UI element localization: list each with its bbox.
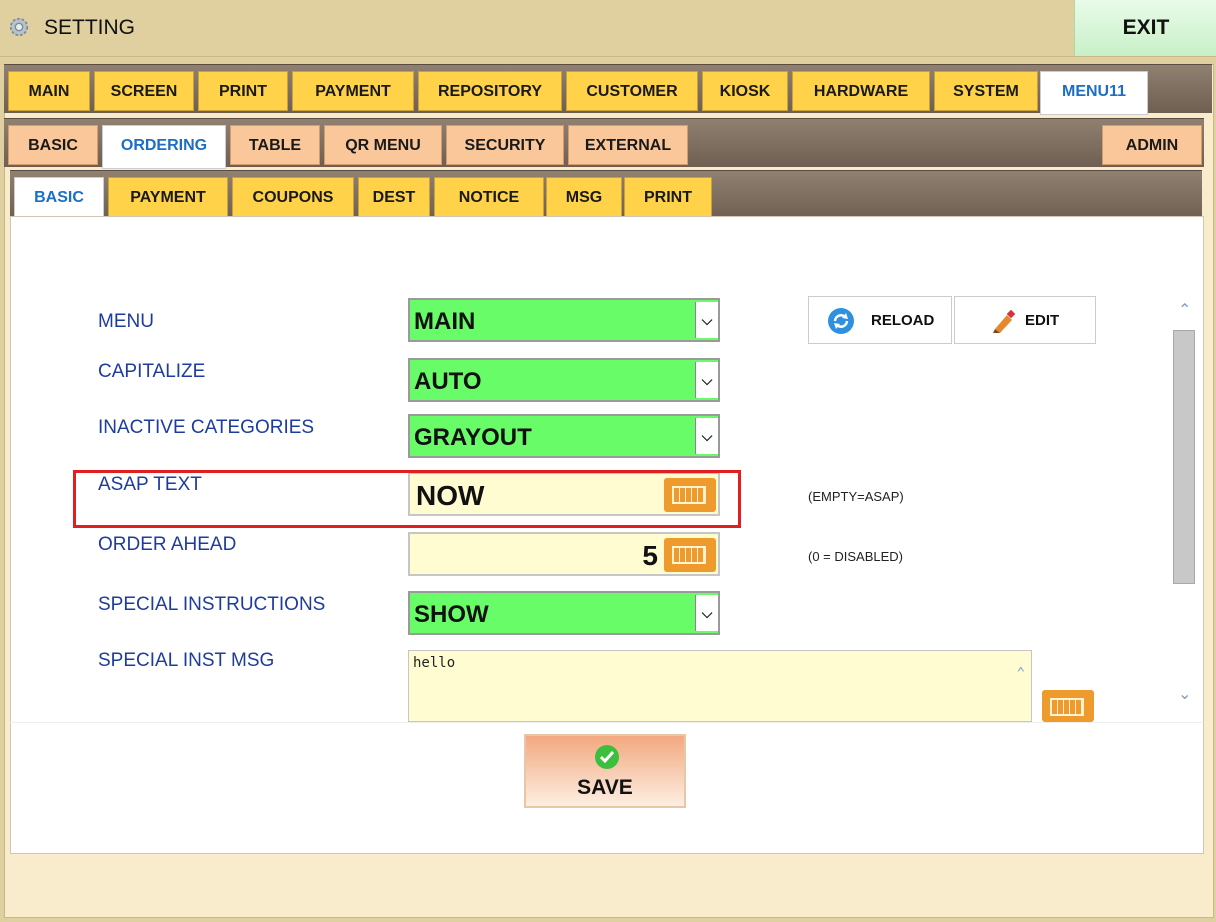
menu-select-value: MAIN xyxy=(414,308,476,335)
highlight-box xyxy=(73,470,741,528)
inactive-categories-select[interactable]: GRAYOUT ⌵ xyxy=(408,414,720,458)
tabs-level3: BASIC PAYMENT COUPONS DEST NOTICE MSG PR… xyxy=(10,170,1202,221)
vertical-scrollbar[interactable]: ⌃ ⌄ xyxy=(1172,290,1196,722)
order-ahead-hint: (0 = DISABLED) xyxy=(808,549,904,564)
tab-table[interactable]: TABLE xyxy=(230,125,320,165)
chevron-down-icon: ⌵ xyxy=(695,595,718,631)
capitalize-select-value: AUTO xyxy=(414,368,482,395)
menu-label: MENU xyxy=(98,311,154,332)
tab-system[interactable]: SYSTEM xyxy=(934,71,1038,111)
menu-select[interactable]: MAIN ⌵ xyxy=(408,298,720,342)
tab-screen[interactable]: SCREEN xyxy=(94,71,194,111)
capitalize-select[interactable]: AUTO ⌵ xyxy=(408,358,720,402)
inactive-categories-label: INACTIVE CATEGORIES xyxy=(98,417,315,438)
special-inst-msg-textarea[interactable]: hello ⌃ xyxy=(408,650,1032,722)
reload-button-label: RELOAD xyxy=(871,312,935,329)
tab-notice[interactable]: NOTICE xyxy=(434,177,544,217)
tab-payment[interactable]: PAYMENT xyxy=(292,71,414,111)
tab-coupons[interactable]: COUPONS xyxy=(232,177,354,217)
special-inst-msg-label: SPECIAL INST MSG xyxy=(98,650,275,671)
tab-kiosk[interactable]: KIOSK xyxy=(702,71,788,111)
title-bar: SETTING EXIT xyxy=(0,0,1216,57)
tab-external[interactable]: EXTERNAL xyxy=(568,125,688,165)
chevron-down-icon: ⌵ xyxy=(695,362,718,398)
tab-print-sub[interactable]: PRINT xyxy=(624,177,712,217)
asap-text-hint: (EMPTY=ASAP) xyxy=(808,489,904,504)
tab-repository[interactable]: REPOSITORY xyxy=(418,71,562,111)
window-title: SETTING xyxy=(44,16,136,39)
reload-button[interactable]: RELOAD xyxy=(808,296,952,344)
tab-payment-sub[interactable]: PAYMENT xyxy=(108,177,228,217)
order-ahead-label: ORDER AHEAD xyxy=(98,534,237,555)
scrollbar-thumb[interactable] xyxy=(1173,330,1195,584)
capitalize-label: CAPITALIZE xyxy=(98,361,206,382)
gear-icon xyxy=(9,17,29,37)
tab-qr-menu[interactable]: QR MENU xyxy=(324,125,442,165)
special-inst-msg-value: hello xyxy=(413,655,456,671)
edit-button[interactable]: EDIT xyxy=(954,296,1096,344)
scroll-up-icon[interactable]: ⌃ xyxy=(1178,300,1191,320)
tab-basic-sub[interactable]: BASIC xyxy=(14,177,104,221)
tab-msg[interactable]: MSG xyxy=(546,177,622,217)
tab-admin[interactable]: ADMIN xyxy=(1102,125,1202,165)
inactive-categories-select-value: GRAYOUT xyxy=(414,424,532,451)
check-icon xyxy=(595,745,619,769)
chevron-down-icon: ⌵ xyxy=(695,418,718,454)
tab-print[interactable]: PRINT xyxy=(198,71,288,111)
tab-customer[interactable]: CUSTOMER xyxy=(566,71,698,111)
tabs-level1: MAIN SCREEN PRINT PAYMENT REPOSITORY CUS… xyxy=(4,64,1212,115)
tab-basic[interactable]: BASIC xyxy=(8,125,98,165)
save-button-label: SAVE xyxy=(577,776,633,799)
tab-dest[interactable]: DEST xyxy=(358,177,430,217)
exit-button[interactable]: EXIT xyxy=(1074,0,1216,56)
keyboard-icon[interactable] xyxy=(664,538,716,572)
special-instructions-select-value: SHOW xyxy=(414,601,489,628)
pencil-icon xyxy=(993,309,1016,333)
keyboard-icon[interactable] xyxy=(1042,690,1094,722)
content-divider xyxy=(10,722,1202,723)
save-button[interactable]: SAVE xyxy=(524,734,686,808)
scroll-down-icon[interactable]: ⌄ xyxy=(1178,684,1191,704)
tab-hardware[interactable]: HARDWARE xyxy=(792,71,930,111)
chevron-up-icon[interactable]: ⌃ xyxy=(1017,665,1025,681)
special-instructions-select[interactable]: SHOW ⌵ xyxy=(408,591,720,635)
tab-security[interactable]: SECURITY xyxy=(446,125,564,165)
chevron-down-icon: ⌵ xyxy=(695,302,718,338)
order-ahead-input[interactable]: 5 xyxy=(408,532,720,576)
order-ahead-value: 5 xyxy=(642,540,658,571)
tabs-level2: BASIC ORDERING TABLE QR MENU SECURITY EX… xyxy=(4,118,1204,169)
edit-button-label: EDIT xyxy=(1025,312,1060,329)
special-instructions-label: SPECIAL INSTRUCTIONS xyxy=(98,594,326,615)
tab-ordering[interactable]: ORDERING xyxy=(102,125,226,169)
tab-menu11[interactable]: MENU11 xyxy=(1040,71,1148,115)
tab-main[interactable]: MAIN xyxy=(8,71,90,111)
reload-icon xyxy=(828,308,854,334)
